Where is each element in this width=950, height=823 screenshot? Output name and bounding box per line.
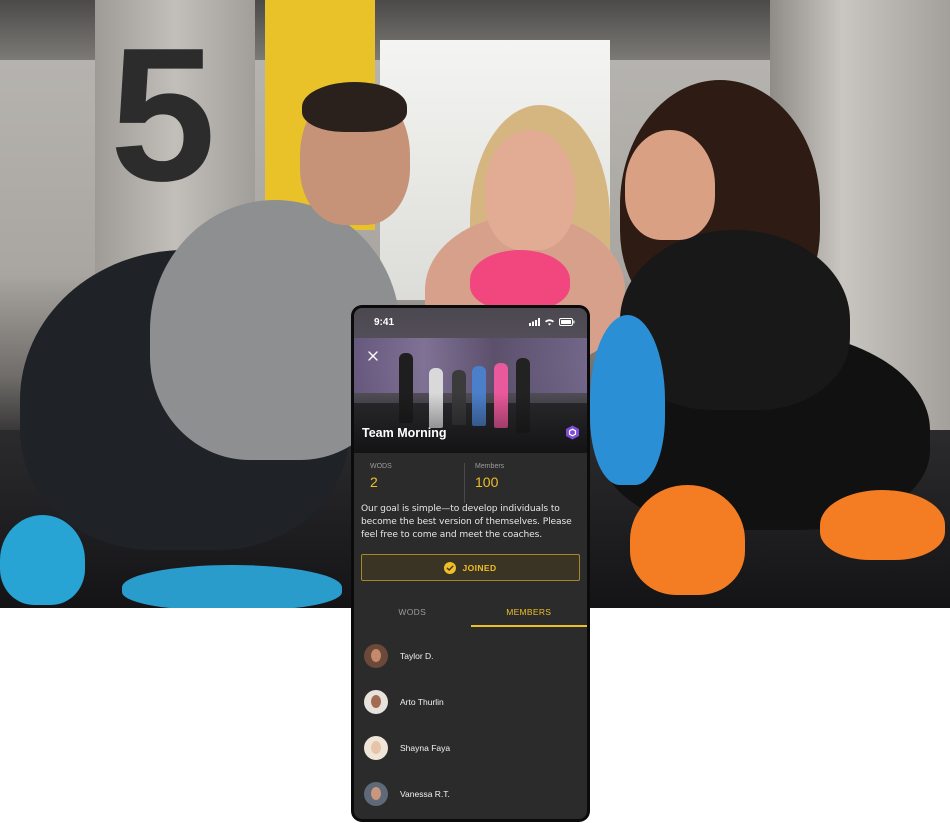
blue-leggings	[590, 315, 665, 485]
list-item[interactable]: Shayna Faya	[354, 725, 587, 771]
member-name: Arto Thurlin	[400, 697, 444, 707]
avatar	[364, 782, 388, 806]
avatar	[364, 644, 388, 668]
orange-sneaker	[630, 485, 745, 595]
members-list: Taylor D. Arto Thurlin Shayna Faya Vanes…	[354, 633, 587, 817]
check-circle-icon	[444, 561, 457, 574]
group-hexagon-badge-icon	[566, 425, 579, 440]
list-item[interactable]: Vanessa R.T.	[354, 771, 587, 817]
status-time: 9:41	[374, 316, 395, 328]
group-stats: WODS 2 Members 100	[354, 463, 587, 503]
man-hair	[302, 82, 407, 132]
joined-button-label: JOINED	[462, 562, 497, 573]
list-item[interactable]: Arto Thurlin	[354, 679, 587, 725]
group-description: Our goal is simple—to develop individual…	[361, 504, 572, 540]
status-bar: 9:41	[354, 308, 587, 336]
stat-value: 2	[370, 474, 378, 490]
blue-sneaker	[0, 515, 85, 605]
cover-shade	[354, 393, 587, 453]
blonde-woman-face	[485, 130, 575, 250]
list-item[interactable]: Taylor D.	[354, 633, 587, 679]
joined-button[interactable]: JOINED	[361, 554, 580, 581]
signal-icon	[529, 318, 540, 326]
member-name: Taylor D.	[400, 651, 434, 661]
phone-screen: 9:41 Team Morning WODS 2 Members 100 Our…	[354, 308, 587, 819]
wifi-icon	[545, 319, 554, 326]
tab-wods[interactable]: WODS	[354, 603, 471, 627]
stat-members: Members 100	[464, 463, 574, 503]
phone-mockup: 9:41 Team Morning WODS 2 Members 100 Our…	[351, 305, 590, 822]
close-icon[interactable]	[366, 349, 380, 363]
pink-sports-top	[470, 250, 570, 310]
orange-sneaker	[820, 490, 945, 560]
group-title: Team Morning	[362, 426, 447, 440]
painted-number: 5	[110, 9, 216, 221]
stat-label: WODS	[370, 463, 392, 470]
avatar	[364, 690, 388, 714]
member-name: Vanessa R.T.	[400, 789, 450, 799]
blue-sneaker	[122, 565, 342, 608]
curly-woman-face	[625, 130, 715, 240]
tab-members[interactable]: MEMBERS	[470, 603, 587, 627]
status-icons	[529, 318, 575, 326]
cover-wall	[354, 338, 587, 393]
member-name: Shayna Faya	[400, 743, 451, 753]
stat-value: 100	[475, 474, 499, 490]
avatar	[364, 736, 388, 760]
tab-bar: WODS MEMBERS	[354, 603, 587, 627]
battery-icon	[559, 318, 575, 326]
stat-label: Members	[475, 463, 505, 470]
stat-wods: WODS 2	[354, 463, 464, 503]
